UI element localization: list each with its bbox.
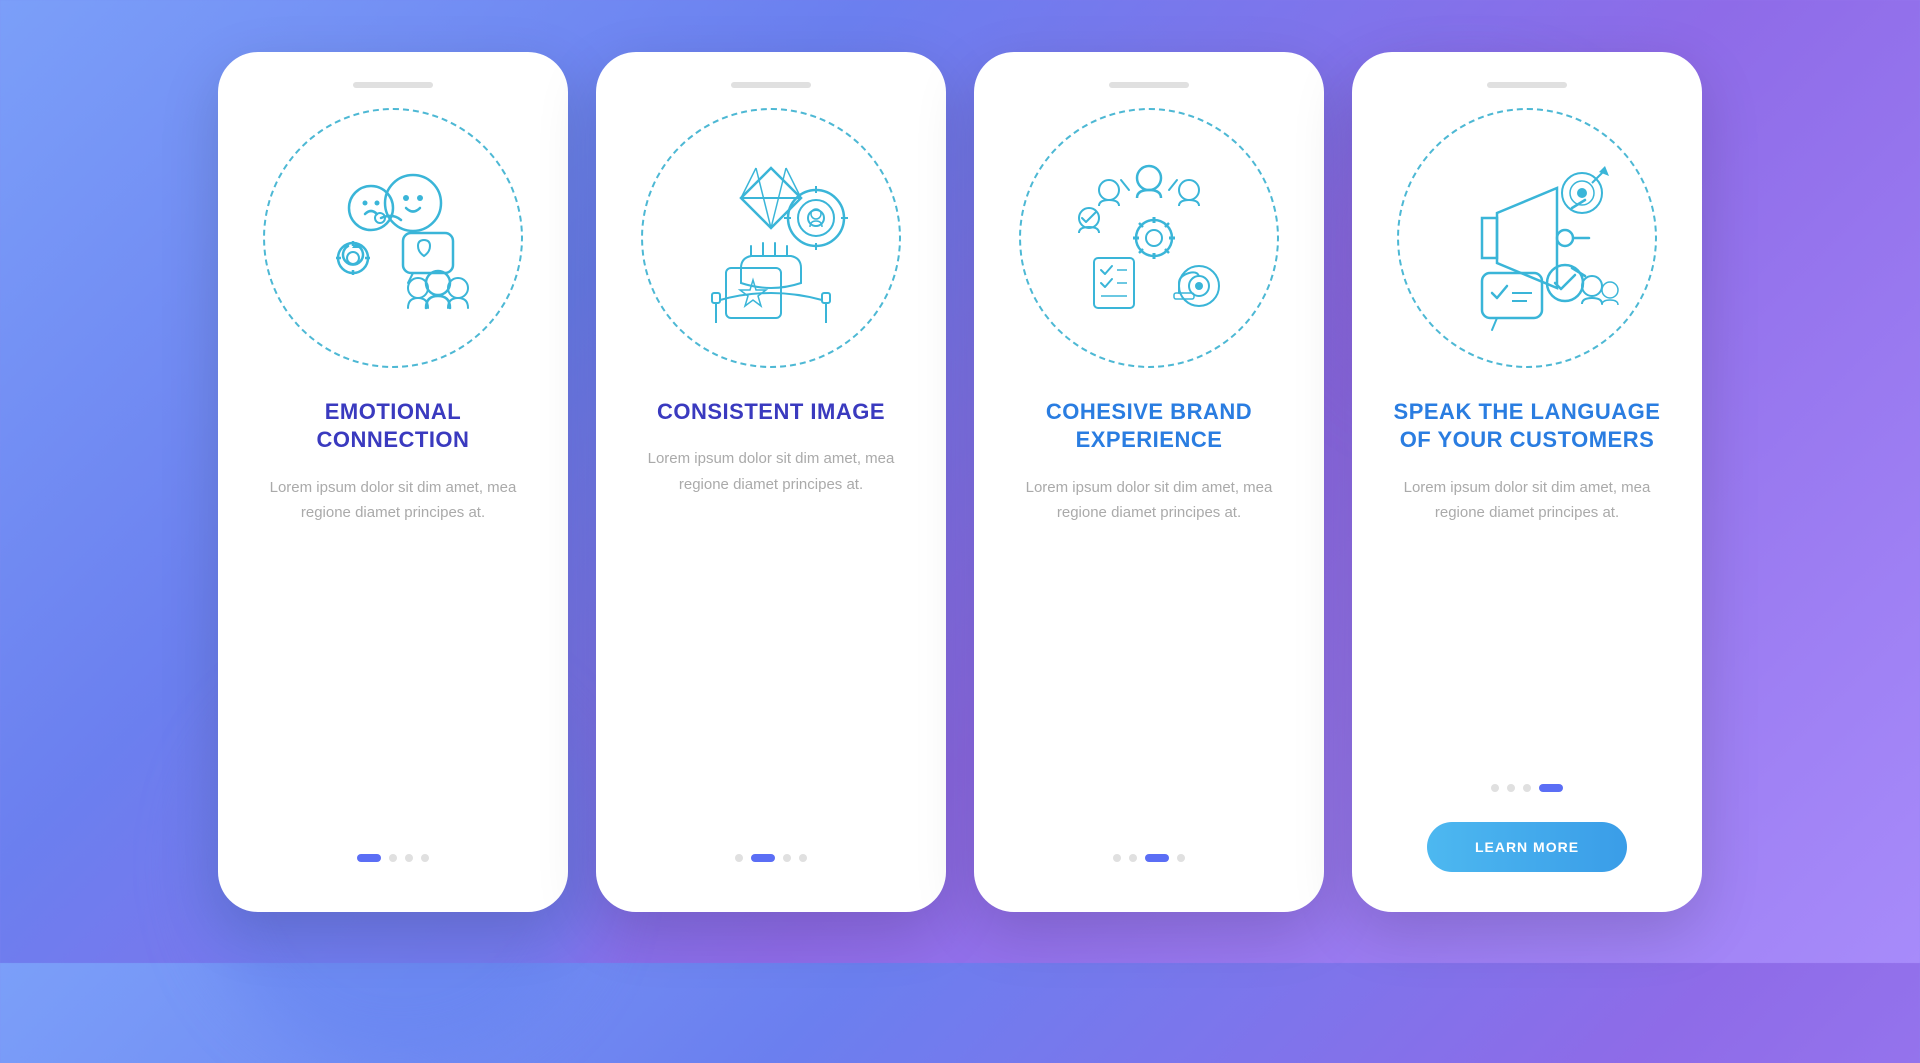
card-3-desc: Lorem ipsum dolor sit dim amet, mea regi… [1004, 475, 1294, 526]
phone-card-2: CONSISTENT IMAGE Lorem ipsum dolor sit d… [596, 52, 946, 912]
card-2-dots [735, 854, 807, 862]
dot-1-4 [421, 854, 429, 862]
dot-1-3 [405, 854, 413, 862]
dot-3-1 [1113, 854, 1121, 862]
phone-card-3: COHESIVE BRAND EXPERIENCE Lorem ipsum do… [974, 52, 1324, 912]
dot-2-4 [799, 854, 807, 862]
dot-2-2 [751, 854, 775, 862]
phone-card-4: SPEAK THE LANGUAGE OF YOUR CUSTOMERS Lor… [1352, 52, 1702, 912]
icon-circle-1 [263, 108, 523, 368]
learn-more-button[interactable]: LEARN MORE [1427, 822, 1627, 872]
dot-4-4 [1539, 784, 1563, 792]
card-4-dots [1491, 784, 1563, 792]
phone-notch-3 [1109, 82, 1189, 88]
card-4-title: SPEAK THE LANGUAGE OF YOUR CUSTOMERS [1382, 398, 1672, 455]
dot-3-2 [1129, 854, 1137, 862]
dot-2-1 [735, 854, 743, 862]
dot-4-2 [1507, 784, 1515, 792]
dot-3-4 [1177, 854, 1185, 862]
card-1-desc: Lorem ipsum dolor sit dim amet, mea regi… [248, 475, 538, 526]
dot-4-1 [1491, 784, 1499, 792]
card-1-title: EMOTIONAL CONNECTION [248, 398, 538, 455]
cards-container: EMOTIONAL CONNECTION Lorem ipsum dolor s… [178, 12, 1742, 952]
card-1-dots [357, 854, 429, 862]
phone-notch-1 [353, 82, 433, 88]
dot-2-3 [783, 854, 791, 862]
card-2-title: CONSISTENT IMAGE [657, 398, 885, 427]
phone-notch-2 [731, 82, 811, 88]
card-3-dots [1113, 854, 1185, 862]
dot-1-1 [357, 854, 381, 862]
dot-1-2 [389, 854, 397, 862]
dot-4-3 [1523, 784, 1531, 792]
icon-circle-4 [1397, 108, 1657, 368]
icon-circle-2 [641, 108, 901, 368]
phone-notch-4 [1487, 82, 1567, 88]
icon-circle-3 [1019, 108, 1279, 368]
card-3-title: COHESIVE BRAND EXPERIENCE [1004, 398, 1294, 455]
phone-card-1: EMOTIONAL CONNECTION Lorem ipsum dolor s… [218, 52, 568, 912]
dot-3-3 [1145, 854, 1169, 862]
card-2-desc: Lorem ipsum dolor sit dim amet, mea regi… [626, 446, 916, 497]
card-4-desc: Lorem ipsum dolor sit dim amet, mea regi… [1382, 475, 1672, 526]
